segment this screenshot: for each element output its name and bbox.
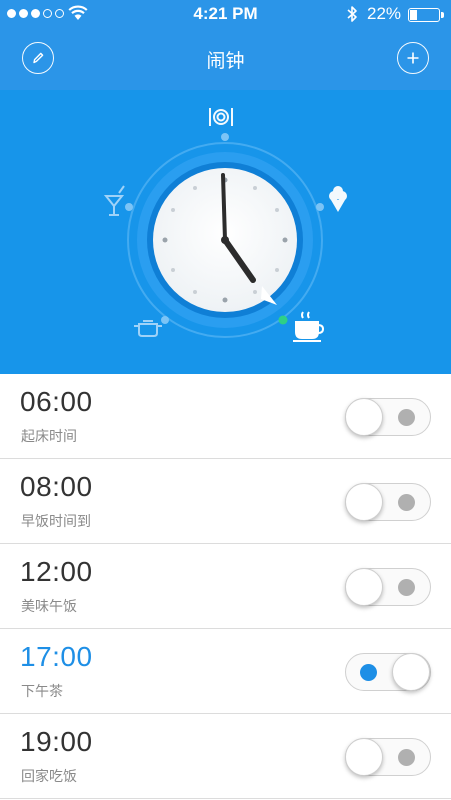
drink-icon xyxy=(103,185,125,216)
toggle-knob xyxy=(345,568,383,606)
alarm-label: 起床时间 xyxy=(21,429,77,445)
page-title: 闹钟 xyxy=(206,50,245,72)
clock-center xyxy=(221,236,229,244)
navigation-bar: 闹钟 xyxy=(0,28,451,90)
ring-dot xyxy=(125,203,133,211)
alarm-label: 早饭时间到 xyxy=(21,514,91,530)
alarm-label: 回家吃饭 xyxy=(21,769,77,785)
battery-percentage: 22% xyxy=(367,4,402,23)
alarm-row[interactable]: 06:00 起床时间 xyxy=(0,374,451,459)
status-bar: 4:21 PM 22% xyxy=(0,0,451,28)
toggle-knob xyxy=(392,653,430,691)
alarm-toggle[interactable] xyxy=(345,483,431,521)
alarm-time: 12:00 xyxy=(20,556,93,587)
alarm-label: 下午茶 xyxy=(21,684,63,700)
toggle-indicator xyxy=(360,664,377,681)
ring-dot xyxy=(221,133,229,141)
ring-dot xyxy=(161,316,169,324)
clock-illustration xyxy=(103,108,347,342)
alarm-row[interactable]: 19:00 回家吃饭 xyxy=(0,714,451,799)
add-alarm-button[interactable] xyxy=(397,42,429,74)
bluetooth-icon xyxy=(347,6,357,22)
battery-icon xyxy=(408,8,444,22)
alarm-toggle[interactable] xyxy=(345,398,431,436)
alarm-row[interactable]: 12:00 美味午饭 xyxy=(0,544,451,629)
alarm-time: 08:00 xyxy=(20,471,93,502)
toggle-knob xyxy=(345,398,383,436)
dessert-icon xyxy=(329,186,347,212)
alarm-time: 06:00 xyxy=(20,386,93,417)
toggle-knob xyxy=(345,483,383,521)
alarm-time: 19:00 xyxy=(20,726,93,757)
clock-panel xyxy=(0,90,451,374)
toggle-indicator xyxy=(398,409,415,426)
dining-icon xyxy=(209,108,233,126)
alarm-toggle[interactable] xyxy=(345,653,431,691)
alarm-list: 06:00 起床时间 08:00 早饭时间到 12:00 美味午饭 17:00 … xyxy=(0,374,451,799)
toggle-indicator xyxy=(398,579,415,596)
alarm-time: 17:00 xyxy=(20,641,93,672)
alarm-row[interactable]: 08:00 早饭时间到 xyxy=(0,459,451,544)
alarm-toggle[interactable] xyxy=(345,568,431,606)
plus-icon xyxy=(407,52,419,64)
toggle-indicator xyxy=(398,749,415,766)
ring-dot xyxy=(316,203,324,211)
coffee-icon xyxy=(293,311,325,342)
alarm-row-active[interactable]: 17:00 下午茶 xyxy=(0,629,451,714)
toggle-indicator xyxy=(398,494,415,511)
active-ring-dot xyxy=(278,315,288,325)
toggle-knob xyxy=(345,738,383,776)
alarm-label: 美味午饭 xyxy=(21,599,77,615)
alarm-toggle[interactable] xyxy=(345,738,431,776)
minute-hand xyxy=(221,173,227,242)
cooking-pot-icon xyxy=(134,320,162,337)
